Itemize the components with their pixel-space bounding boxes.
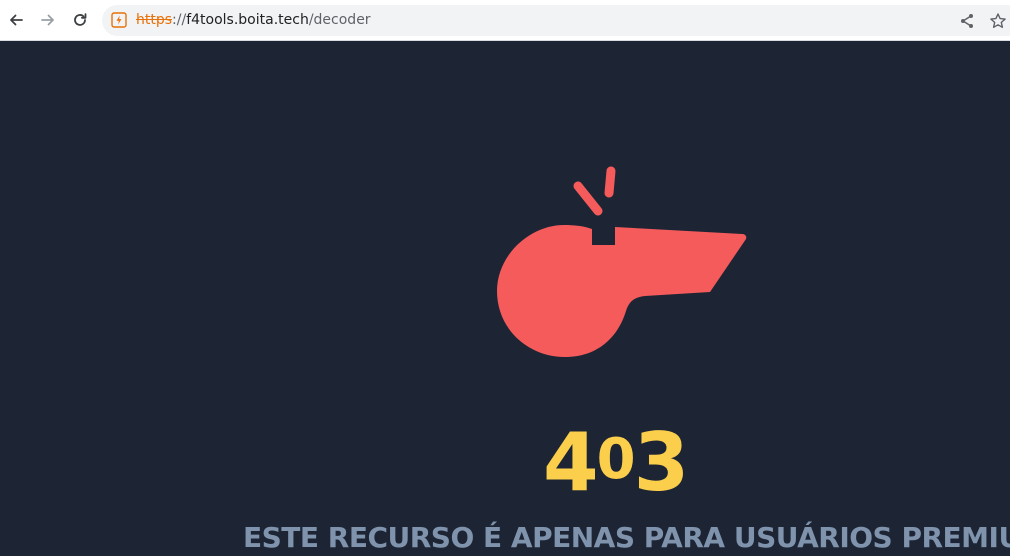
url-host: f4tools.boita.tech bbox=[186, 12, 309, 28]
error-code-digit-first: 4 bbox=[543, 416, 599, 509]
error-code: 403 bbox=[543, 415, 713, 508]
back-arrow-icon bbox=[10, 14, 23, 26]
error-code-digit-middle: 0 bbox=[596, 427, 636, 492]
error-page: 403 ESTE RECURSO É APENAS PARA USUÁRIOS … bbox=[0, 41, 1010, 556]
not-secure-warning-icon[interactable] bbox=[111, 12, 127, 28]
error-message: ESTE RECURSO É APENAS PARA USUÁRIOS PREM… bbox=[243, 521, 1010, 554]
browser-toolbar: https://f4tools.boita.tech/decoder bbox=[0, 0, 1010, 41]
reload-icon bbox=[74, 13, 87, 26]
forward-arrow-icon bbox=[41, 14, 54, 26]
back-button[interactable] bbox=[4, 8, 28, 32]
whistle-icon bbox=[497, 166, 747, 357]
url-text[interactable]: https://f4tools.boita.tech/decoder bbox=[136, 11, 371, 29]
url-separator: :// bbox=[172, 12, 187, 28]
error-code-digit-last: 3 bbox=[633, 416, 690, 509]
url-scheme: https bbox=[136, 12, 173, 28]
star-icon[interactable] bbox=[989, 12, 1007, 30]
share-icon[interactable] bbox=[958, 12, 976, 30]
reload-button[interactable] bbox=[68, 8, 92, 32]
url-path: /decoder bbox=[308, 12, 371, 28]
forward-button[interactable] bbox=[36, 8, 60, 32]
address-bar[interactable]: https://f4tools.boita.tech/decoder bbox=[102, 5, 1010, 36]
